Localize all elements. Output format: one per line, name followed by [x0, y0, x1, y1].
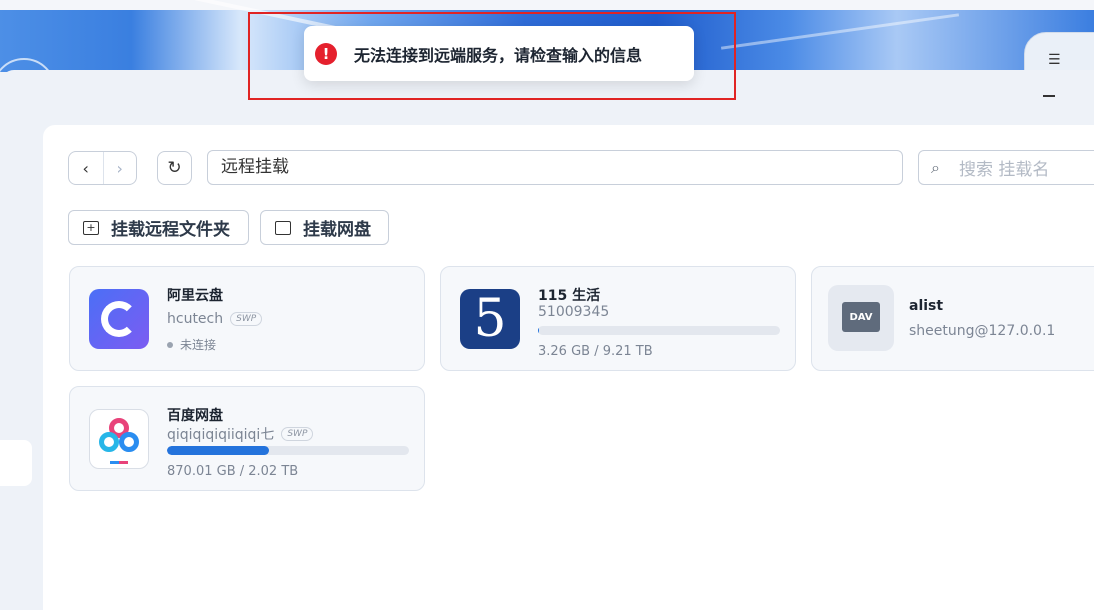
- usage-bar: [538, 326, 780, 335]
- forward-button[interactable]: ›: [102, 152, 137, 184]
- mount-account: qiqiqiqiqiiqiqi七 SWP: [167, 424, 314, 444]
- search-placeholder: 搜索 挂载名: [959, 160, 1050, 180]
- usage-text: 3.26 GB / 9.21 TB: [538, 344, 653, 359]
- mount-account: hcutech SWP: [167, 311, 263, 327]
- status-dot: [167, 341, 173, 348]
- usage-bar-fill: [167, 446, 269, 455]
- connection-status: 未连接: [167, 336, 216, 353]
- usage-bar: [167, 446, 409, 455]
- settings-icon[interactable]: ☰: [1048, 52, 1070, 72]
- swp-badge: SWP: [281, 427, 314, 441]
- aliyun-ring: [101, 301, 137, 337]
- logo-shape: [119, 432, 139, 452]
- mount-card-aliyun[interactable]: 阿里云盘 hcutech SWP 未连接: [69, 266, 425, 371]
- dav-folder-icon: DAV: [842, 302, 880, 332]
- account-text: hcutech: [167, 311, 224, 327]
- status-text: 未连接: [180, 338, 217, 352]
- mount-name: 阿里云盘: [167, 288, 223, 304]
- mount-account: 51009345: [538, 304, 610, 320]
- mount-netdisk-button[interactable]: 挂载网盘: [260, 210, 389, 245]
- 115-logo: 5: [460, 289, 520, 349]
- error-toast: ! 无法连接到远端服务，请检查输入的信息: [304, 26, 694, 81]
- account-text: qiqiqiqiqiiqiqi七: [167, 427, 275, 443]
- folder-plus-icon: +: [83, 220, 99, 235]
- toast-message: 无法连接到远端服务，请检查输入的信息: [354, 45, 643, 65]
- mount-name: 115 生活: [538, 288, 601, 304]
- error-icon: !: [315, 42, 337, 65]
- logo-shape: [110, 461, 128, 464]
- sidebar-selected-item[interactable]: [0, 440, 32, 486]
- swp-badge: SWP: [230, 312, 263, 326]
- aliyun-drive-logo: [89, 289, 149, 349]
- mount-name: alist: [909, 298, 944, 314]
- mount-netdisk-label: 挂载网盘: [303, 220, 371, 240]
- mount-remote-folder-label: 挂载远程文件夹: [111, 220, 230, 240]
- back-button[interactable]: ‹: [69, 152, 103, 184]
- usage-text: 870.01 GB / 2.02 TB: [167, 464, 299, 479]
- mount-account: sheetung@127.0.0.1: [909, 323, 1056, 339]
- baidu-netdisk-logo: [89, 409, 149, 469]
- navigation-buttons: ‹ ›: [68, 151, 137, 185]
- logo-shape: [99, 432, 119, 452]
- mount-remote-folder-button[interactable]: + 挂载远程文件夹: [68, 210, 249, 245]
- search-input[interactable]: ⌕ 搜索 挂载名: [918, 150, 1094, 185]
- webdav-logo: DAV: [828, 285, 894, 351]
- refresh-button[interactable]: ↻: [157, 151, 192, 185]
- cloud-folder-icon: [275, 220, 291, 235]
- wallpaper-streak: [720, 13, 960, 50]
- mount-card-115[interactable]: 5 115 生活 51009345 3.26 GB / 9.21 TB: [440, 266, 796, 371]
- mount-card-alist[interactable]: DAV alist sheetung@127.0.0.1: [811, 266, 1094, 371]
- path-field[interactable]: 远程挂载: [207, 150, 903, 185]
- mount-card-baidu[interactable]: 百度网盘 qiqiqiqiqiiqiqi七 SWP 870.01 GB / 2.…: [69, 386, 425, 491]
- minimize-button[interactable]: [1043, 95, 1055, 97]
- search-icon: ⌕: [931, 157, 940, 177]
- mount-name: 百度网盘: [167, 408, 223, 424]
